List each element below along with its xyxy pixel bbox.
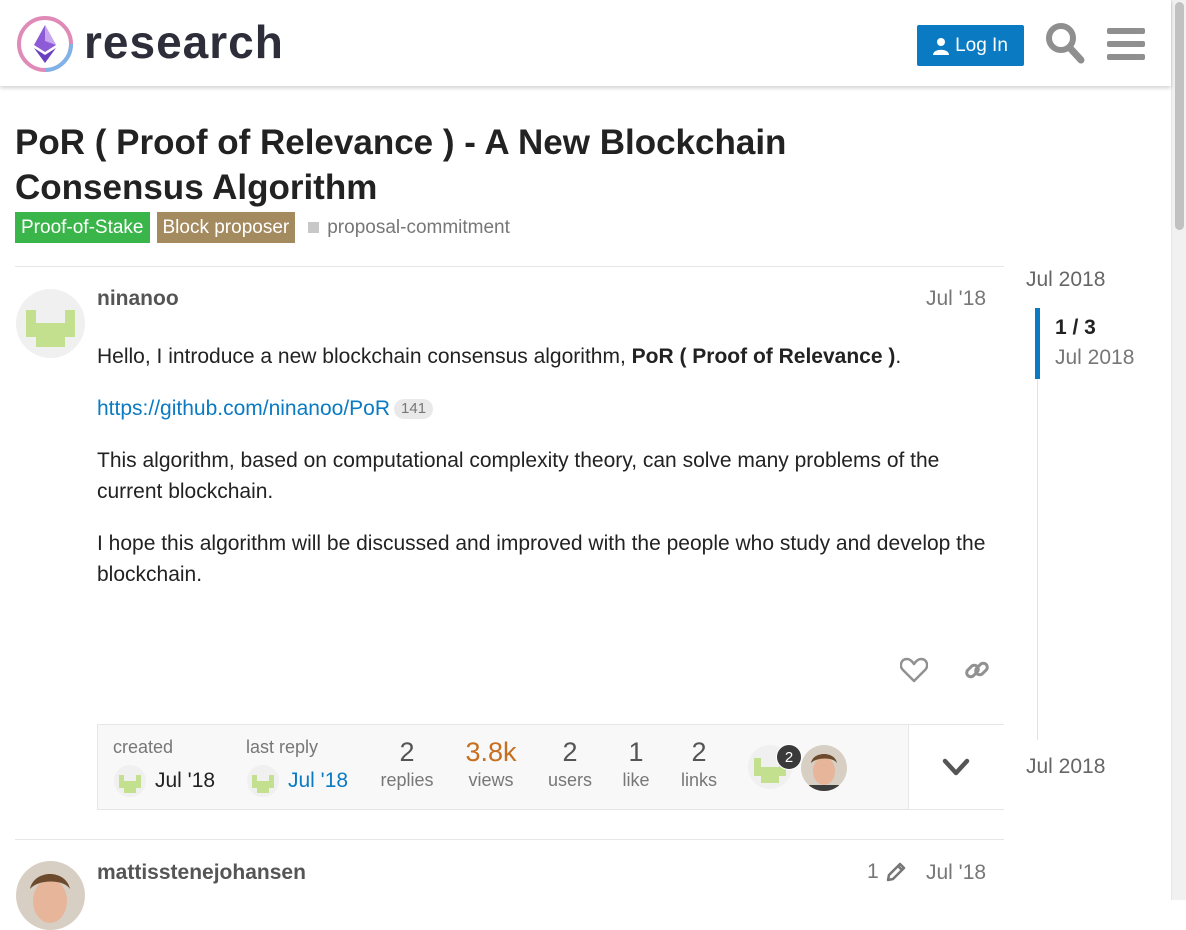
site-header: research Log In bbox=[0, 0, 1171, 86]
post-paragraph: Hello, I introduce a new blockchain cons… bbox=[97, 341, 992, 372]
views-count: 3.8k bbox=[465, 737, 517, 767]
links-stat: 2 links bbox=[659, 735, 739, 791]
link-click-count: 141 bbox=[394, 399, 434, 419]
topic-title[interactable]: PoR ( Proof of Relevance ) - A New Block… bbox=[15, 120, 915, 210]
post-bold-text: PoR ( Proof of Relevance ) bbox=[631, 345, 896, 368]
share-link-icon[interactable] bbox=[963, 656, 991, 684]
links-label: links bbox=[680, 770, 717, 790]
post-username[interactable]: mattisstenejohansen bbox=[97, 861, 306, 885]
timeline-position: 1 / 3 bbox=[1055, 316, 1096, 339]
edit-count: 1 bbox=[867, 860, 879, 883]
github-link[interactable]: https://github.com/ninanoo/PoR bbox=[97, 397, 390, 420]
timeline-current-date: Jul 2018 bbox=[1055, 346, 1135, 369]
topic-category-bar: Proof-of-Stake Block proposer proposal-c… bbox=[15, 212, 510, 243]
timeline-handle[interactable] bbox=[1035, 308, 1040, 379]
like-heart-icon[interactable] bbox=[900, 656, 928, 684]
post-text: Hello, I introduce a new blockchain cons… bbox=[97, 345, 632, 368]
tag-square-icon bbox=[308, 222, 320, 233]
post-divider bbox=[15, 266, 1004, 267]
timeline-start-date[interactable]: Jul 2018 bbox=[1026, 268, 1105, 292]
avatar[interactable] bbox=[247, 765, 279, 797]
category-block-proposer[interactable]: Block proposer bbox=[156, 212, 296, 243]
replies-stat: 2 replies bbox=[367, 735, 447, 791]
avatar[interactable] bbox=[16, 861, 85, 930]
views-stat: 3.8k views bbox=[451, 735, 531, 791]
site-logo-icon[interactable] bbox=[16, 15, 74, 73]
replies-label: replies bbox=[380, 770, 434, 790]
created-label: created bbox=[113, 737, 174, 757]
login-label: Log In bbox=[955, 34, 1008, 56]
chevron-down-icon bbox=[942, 758, 970, 776]
views-label: views bbox=[468, 770, 514, 790]
participant-post-count-badge: 2 bbox=[776, 744, 802, 770]
avatar[interactable] bbox=[16, 289, 85, 358]
tag-proposal-commitment[interactable]: proposal-commitment bbox=[308, 217, 510, 239]
scrollbar-thumb[interactable] bbox=[1175, 2, 1184, 230]
brand-name[interactable]: research bbox=[84, 12, 284, 72]
tag-label: proposal-commitment bbox=[327, 216, 510, 238]
post-text: . bbox=[895, 345, 902, 368]
search-icon[interactable] bbox=[1045, 22, 1085, 64]
post-paragraph: https://github.com/ninanoo/PoR 141 bbox=[97, 393, 992, 424]
participant-avatar[interactable] bbox=[801, 745, 847, 791]
edit-history-button[interactable]: 1 bbox=[867, 860, 907, 884]
user-icon bbox=[933, 37, 950, 55]
post-paragraph: This algorithm, based on computational c… bbox=[97, 449, 940, 503]
post-date[interactable]: Jul '18 bbox=[926, 287, 986, 311]
pencil-icon bbox=[886, 862, 905, 882]
category-proof-of-stake[interactable]: Proof-of-Stake bbox=[15, 212, 150, 243]
expand-topic-map-button[interactable] bbox=[908, 725, 1004, 809]
timeline-end-date[interactable]: Jul 2018 bbox=[1026, 755, 1105, 779]
last-reply-label[interactable]: last reply bbox=[246, 737, 318, 758]
replies-count: 2 bbox=[399, 737, 415, 767]
links-count: 2 bbox=[691, 737, 707, 767]
avatar[interactable] bbox=[114, 765, 146, 797]
post-body: Hello, I introduce a new blockchain cons… bbox=[97, 341, 992, 611]
post-divider bbox=[15, 839, 1004, 840]
post-username[interactable]: ninanoo bbox=[97, 287, 179, 311]
login-button[interactable]: Log In bbox=[917, 25, 1024, 66]
created-date: Jul '18 bbox=[155, 769, 216, 792]
post-date[interactable]: Jul '18 bbox=[926, 861, 986, 885]
post-paragraph: I hope this algorithm will be discussed … bbox=[97, 532, 986, 586]
scrollbar[interactable] bbox=[1171, 0, 1186, 900]
topic-map: created Jul '18 last reply Jul '18 2 rep… bbox=[97, 724, 1004, 810]
hamburger-menu-icon[interactable] bbox=[1107, 26, 1145, 62]
last-reply-date[interactable]: Jul '18 bbox=[288, 769, 348, 793]
